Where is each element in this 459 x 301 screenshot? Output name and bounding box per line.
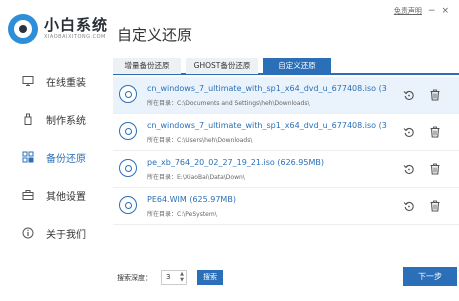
search-depth-value: 3 <box>166 273 171 281</box>
trash-icon[interactable] <box>429 89 441 101</box>
app-logo: 小白系统 XIAOBAIXITONG.COM <box>8 12 108 48</box>
tab-ghost-restore[interactable]: GHOST备份还原 <box>186 58 258 74</box>
minimize-button[interactable]: − <box>428 7 436 16</box>
file-name: PE64.WIM (625.97MB) <box>147 195 236 204</box>
sidebar-item-label: 其他设置 <box>46 191 86 203</box>
search-depth-label: 搜索深度： <box>117 274 152 282</box>
list-item[interactable]: pe_xb_764_20_02_27_19_21.iso (626.95MB) … <box>113 151 459 188</box>
window-controls: 免责声明 − × <box>394 6 449 16</box>
trash-icon[interactable] <box>429 126 441 138</box>
close-button[interactable]: × <box>441 7 449 16</box>
sidebar-item-online-reinstall[interactable]: 在线重装 <box>0 62 105 100</box>
usb-icon <box>22 113 34 125</box>
tab-incremental-restore[interactable]: 增量备份还原 <box>113 58 181 74</box>
file-directory: 所在目录：C:\Users\heh\Downloads\ <box>147 137 253 144</box>
next-button[interactable]: 下一步 <box>403 267 457 286</box>
image-file-list: cn_windows_7_ultimate_with_sp1_x64_dvd_u… <box>113 77 459 225</box>
sidebar-item-make-system[interactable]: 制作系统 <box>0 100 105 138</box>
page-title: 自定义还原 <box>117 26 193 44</box>
tab-custom-restore[interactable]: 自定义还原 <box>263 58 331 74</box>
file-name: pe_xb_764_20_02_27_19_21.iso (626.95MB) <box>147 158 324 167</box>
file-directory: 所在目录：C:\Documents and Settings\heh\Downl… <box>147 100 310 107</box>
chevron-down-icon[interactable]: ▼ <box>180 277 184 283</box>
disc-icon <box>119 122 137 140</box>
list-item[interactable]: cn_windows_7_ultimate_with_sp1_x64_dvd_u… <box>113 77 459 114</box>
list-item[interactable]: cn_windows_7_ultimate_with_sp1_x64_dvd_u… <box>113 114 459 151</box>
logo-title: 小白系统 <box>44 16 109 34</box>
briefcase-icon <box>22 189 34 201</box>
trash-icon[interactable] <box>429 163 441 175</box>
disc-icon <box>119 196 137 214</box>
restore-icon[interactable] <box>403 126 415 138</box>
sidebar: 小白系统 XIAOBAIXITONG.COM 在线重装 制作系统 备份还原 其他… <box>0 0 108 301</box>
sidebar-item-backup-restore[interactable]: 备份还原 <box>0 138 105 176</box>
restore-icon[interactable] <box>403 163 415 175</box>
file-name: cn_windows_7_ultimate_with_sp1_x64_dvd_u… <box>147 84 387 93</box>
sidebar-item-label: 备份还原 <box>46 153 86 165</box>
sidebar-item-label: 在线重装 <box>46 77 86 89</box>
search-button[interactable]: 搜索 <box>197 270 223 285</box>
grid-icon <box>22 151 34 163</box>
sidebar-nav: 在线重装 制作系统 备份还原 其他设置 关于我们 <box>0 62 105 252</box>
file-name: cn_windows_7_ultimate_with_sp1_x64_dvd_u… <box>147 121 387 130</box>
monitor-icon <box>22 75 34 87</box>
sidebar-item-label: 制作系统 <box>46 115 86 127</box>
sidebar-item-other-settings[interactable]: 其他设置 <box>0 176 105 214</box>
trash-icon[interactable] <box>429 200 441 212</box>
sidebar-item-about-us[interactable]: 关于我们 <box>0 214 105 252</box>
disc-icon <box>119 159 137 177</box>
disclaimer-link[interactable]: 免责声明 <box>394 6 422 16</box>
main-panel: 免责声明 − × 自定义还原 增量备份还原 GHOST备份还原 自定义还原 cn… <box>105 0 459 301</box>
file-directory: 所在目录：C:\PeSystem\ <box>147 211 217 218</box>
restore-icon[interactable] <box>403 89 415 101</box>
logo-icon <box>8 14 38 44</box>
footer-bar: 搜索深度： 3 ▲ ▼ 搜索 下一步 <box>115 267 459 288</box>
list-item[interactable]: PE64.WIM (625.97MB) 所在目录：C:\PeSystem\ <box>113 188 459 225</box>
logo-subtitle: XIAOBAIXITONG.COM <box>44 34 106 40</box>
restore-tabs: 增量备份还原 GHOST备份还原 自定义还原 <box>113 58 459 75</box>
info-icon <box>22 227 34 239</box>
disc-icon <box>119 85 137 103</box>
file-directory: 所在目录：E:\XiaoBai\Data\Down\ <box>147 174 245 181</box>
sidebar-item-label: 关于我们 <box>46 229 86 241</box>
restore-icon[interactable] <box>403 200 415 212</box>
search-depth-stepper[interactable]: 3 ▲ ▼ <box>161 270 187 285</box>
